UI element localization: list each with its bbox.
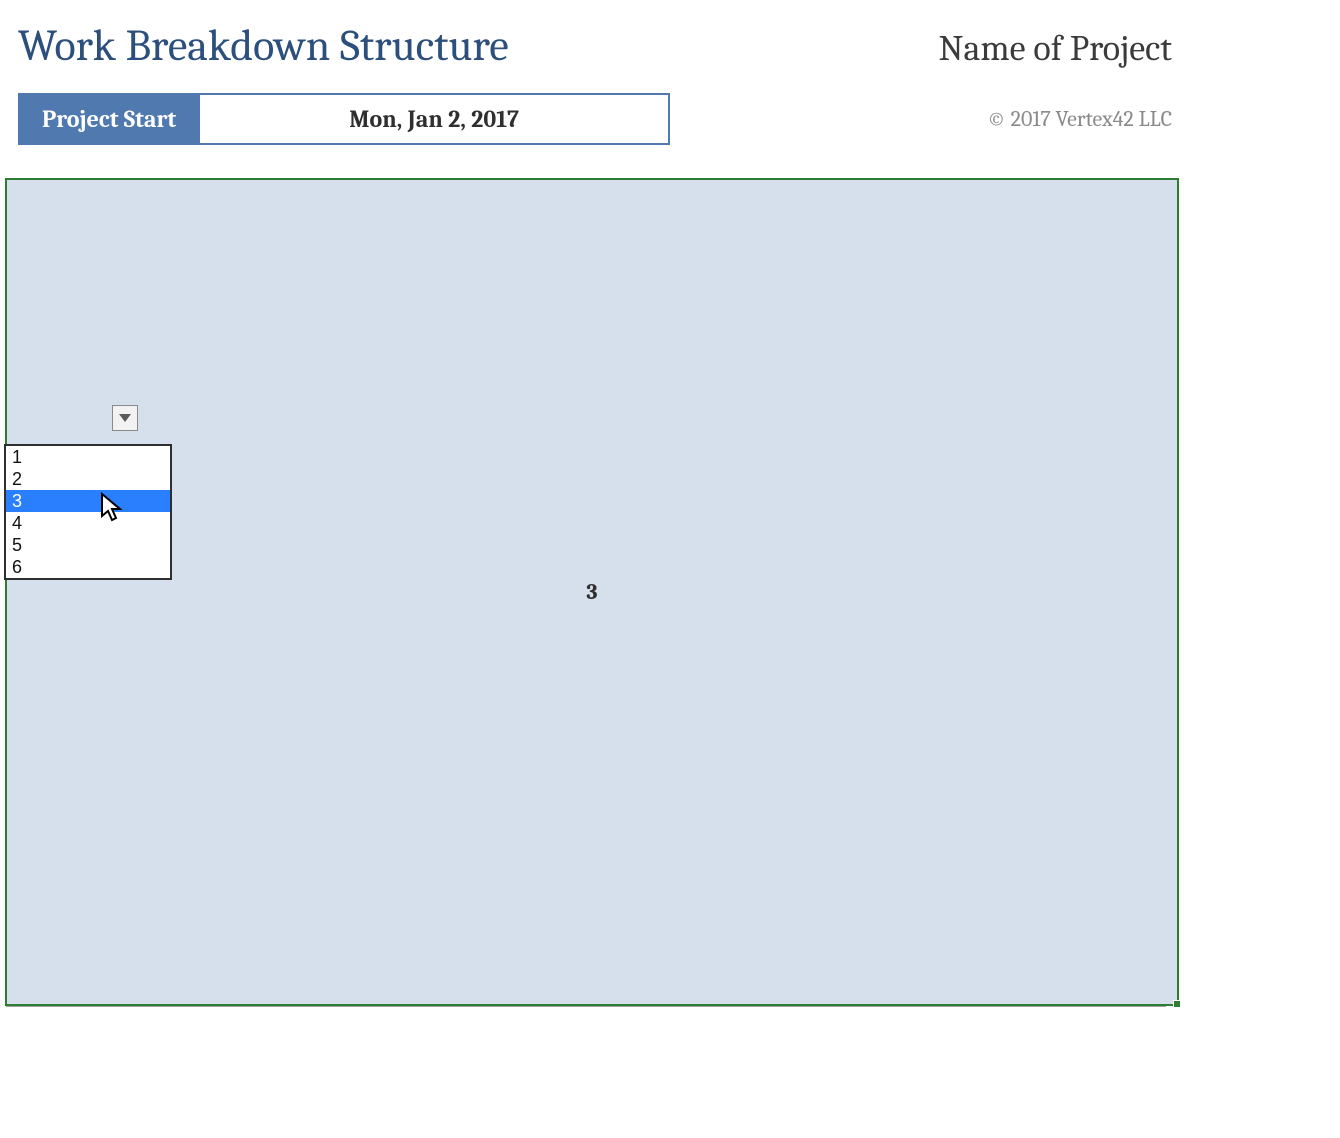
table-wrap: Level WBS Task Description Notes 11Phase… bbox=[6, 179, 1178, 1005]
chevron-down-icon bbox=[118, 409, 132, 427]
table-body: 11Phase 121.1Task Level 2 Description21.… bbox=[7, 240, 1177, 1005]
dropdown-option[interactable]: 2 bbox=[6, 468, 170, 490]
copyright-text: © 2017 Vertex42 LLC bbox=[987, 106, 1172, 132]
project-start-label: Project Start bbox=[18, 93, 200, 145]
level-dropdown-button[interactable] bbox=[112, 405, 138, 431]
project-name: Name of Project bbox=[939, 28, 1173, 69]
table-row: 31.2.1Task Level 3 Description bbox=[7, 393, 1177, 444]
dropdown-option[interactable]: 6 bbox=[6, 556, 170, 578]
dropdown-option[interactable]: 4 bbox=[6, 512, 170, 534]
dropdown-option[interactable]: 3 bbox=[6, 490, 170, 512]
project-start-value[interactable]: Mon, Jan 2, 2017 bbox=[200, 93, 670, 145]
dropdown-option[interactable]: 1 bbox=[6, 446, 170, 468]
cell-level[interactable]: 3 bbox=[7, 393, 101, 444]
page-root: Work Breakdown Structure Name of Project… bbox=[0, 0, 1184, 1007]
cursor-icon bbox=[98, 492, 130, 524]
selected-cell[interactable]: 3 bbox=[7, 393, 101, 444]
project-start-line: Project Start Mon, Jan 2, 2017 © 2017 Ve… bbox=[6, 93, 1178, 179]
header: Work Breakdown Structure Name of Project bbox=[6, 20, 1178, 93]
page-title: Work Breakdown Structure bbox=[18, 20, 509, 71]
project-start-box: Project Start Mon, Jan 2, 2017 bbox=[18, 93, 670, 145]
wbs-table: Level WBS Task Description Notes 11Phase… bbox=[6, 179, 1178, 1005]
level-dropdown-list[interactable]: 123456 bbox=[4, 444, 172, 580]
dropdown-option[interactable]: 5 bbox=[6, 534, 170, 556]
